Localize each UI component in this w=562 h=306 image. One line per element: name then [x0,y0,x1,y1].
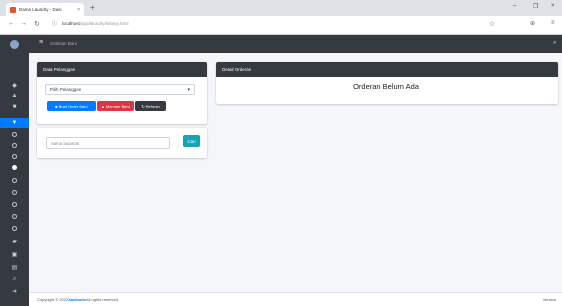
folder-icon[interactable]: ■ [0,102,29,112]
circle-icon [12,177,17,183]
new-tab-icon[interactable]: + [90,3,95,12]
book-icon[interactable]: ▰ [0,236,29,246]
page-info-icon[interactable]: ⓘ [52,20,57,27]
restore-icon[interactable]: ❐ [533,3,538,10]
hamburger-icon[interactable]: ≡ [39,39,43,46]
customer-card-header: Data Pelanggan [37,62,207,77]
page-title: Orderan Baru [50,41,78,46]
close-window-icon[interactable]: × [551,3,555,9]
circle-icon[interactable] [0,175,29,185]
back-icon[interactable]: ← [8,20,15,27]
service-search-input[interactable]: nama layanan [46,137,170,149]
circle-filled-icon[interactable] [0,162,29,172]
top-navbar: ≡ Orderan Baru ⌕ [29,35,562,53]
circle-icon [12,225,17,231]
refresh-icon: ↻ [141,103,145,109]
bookmark-star-icon[interactable]: ☆ [489,20,495,28]
sidebar: ◆ ▲ ■ ▼ ▰ ▣ ▤ ⌕ ➜ [0,35,29,306]
reload-icon[interactable]: ↻ [34,20,40,28]
circle-icon [12,142,17,148]
navbar-search-icon[interactable]: ⌕ [553,40,556,47]
copyright-suffix: All rights reserved. [85,297,120,302]
forward-icon[interactable]: → [20,20,27,27]
circle-icon[interactable] [0,187,29,197]
logo-icon [10,39,19,49]
customer-card: Data Pelanggan Pilih Pelanggan ▾ ■ Buat O… [37,62,207,124]
address-bar: ← → ↻ ⓘ localhost/app/laundry/kelanjt.ht… [0,16,562,35]
tab-title: Dama Laundry - Dasi [19,7,62,12]
circle-icon [12,131,17,137]
brand-logo[interactable] [0,35,29,53]
new-member-button[interactable]: ▲ Member Baru [97,101,134,111]
customer-select[interactable]: Pilih Pelanggan ▾ [45,84,195,95]
circle-icon [12,213,17,219]
customer-select-value: Pilih Pelanggan [50,87,82,92]
order-detail-header: Detail Orderan [216,62,558,77]
circle-icon[interactable] [0,129,29,139]
chevron-down-icon: ▾ [187,87,190,93]
footer: Copyright © 2022 Xaxibode All rights res… [29,292,562,306]
circle-icon[interactable] [0,199,29,209]
circle-icon[interactable] [0,151,29,161]
cart-icon[interactable]: ▼ [0,118,29,128]
browser-menu-icon[interactable]: ≡ [551,20,555,26]
logout-icon[interactable]: ➜ [0,286,29,296]
circle-icon[interactable] [0,223,29,233]
minimize-icon[interactable]: – [513,3,516,9]
user-icon[interactable]: ▲ [0,91,29,101]
user-plus-icon: ▲ [100,103,105,109]
circle-icon[interactable] [0,211,29,221]
browser-tabstrip: Dama Laundry - Dasi × + – ❐ × [0,0,562,16]
favicon-icon [10,6,16,13]
circle-icon[interactable] [0,140,29,150]
service-search-card: nama layanan Cari [37,128,207,158]
url-field[interactable]: localhost/app/laundry/kelanjt.html [62,21,129,26]
cart-icon: ■ [55,103,58,109]
version-label: Version [542,297,556,302]
order-detail-card: Detail Orderan Orderan Belum Ada [216,62,558,104]
service-search-placeholder: nama layanan [51,140,80,146]
circle-icon [12,189,17,195]
extensions-icon[interactable]: ⊕ [530,20,535,27]
money-alt-icon[interactable]: ▤ [0,262,29,272]
circle-icon [12,201,17,207]
tab-close-icon[interactable]: × [77,7,80,13]
refresh-button[interactable]: ↻ Refresh [135,101,166,111]
circle-icon [12,153,17,159]
empty-order-message: Orderan Belum Ada [353,82,419,91]
search-icon[interactable]: ⌕ [0,274,29,284]
home-icon[interactable]: ◆ [0,80,29,90]
footer-brand-link[interactable]: Xaxibode [68,297,86,302]
new-order-button[interactable]: ■ Buat Order Baru [47,101,96,111]
search-button[interactable]: Cari [183,135,200,147]
money-icon[interactable]: ▣ [0,249,29,259]
circle-filled-icon [12,164,17,170]
copyright-prefix: Copyright © 2022 [37,297,69,302]
browser-tab[interactable]: Dama Laundry - Dasi × [6,3,84,16]
